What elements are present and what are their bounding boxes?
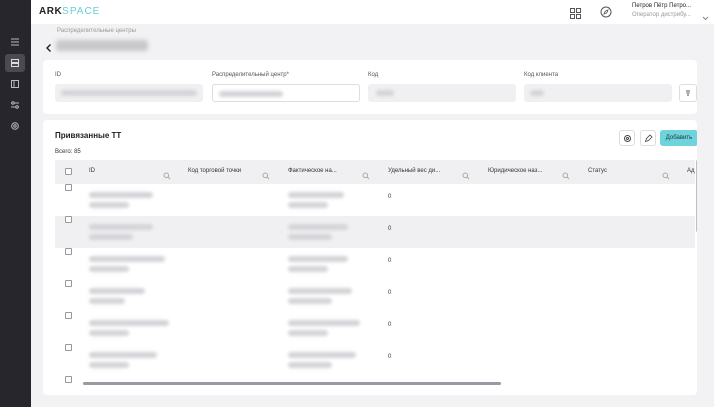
page-title-redacted: [56, 40, 148, 51]
vertical-scrollbar[interactable]: [696, 160, 697, 232]
table-settings-button[interactable]: [619, 130, 635, 146]
side-rail: [0, 0, 31, 407]
row-checkbox[interactable]: [65, 376, 72, 383]
details-card: ID Распределительный центр* Код Код клие…: [43, 60, 697, 114]
row-checkbox[interactable]: [65, 184, 72, 191]
sliders-icon[interactable]: [5, 96, 25, 114]
chevron-down-icon[interactable]: [702, 8, 709, 26]
edit-icon: [644, 133, 653, 142]
weight-value: 0: [388, 290, 392, 296]
total-count: Всего: 85: [55, 149, 81, 155]
search-icon[interactable]: [662, 167, 670, 185]
sort-button[interactable]: [679, 84, 697, 102]
col-outlet-code[interactable]: Код торговой точки: [188, 168, 241, 174]
id-field: [55, 84, 203, 102]
panel-icon[interactable]: [5, 75, 25, 93]
apps-grid-icon[interactable]: [570, 6, 581, 24]
edit-button[interactable]: [640, 130, 656, 146]
table-row[interactable]: 0: [55, 312, 695, 344]
col-id[interactable]: ID: [89, 168, 95, 174]
back-arrow-icon[interactable]: [44, 40, 54, 52]
horizontal-scrollbar[interactable]: [83, 382, 501, 385]
row-checkbox[interactable]: [65, 280, 72, 287]
client-code-label: Код клиента: [524, 72, 559, 78]
select-all-checkbox[interactable]: [65, 168, 72, 175]
sort-icon: [686, 90, 690, 96]
app-logo[interactable]: ARKSPACE: [39, 6, 100, 17]
linked-tt-card: Привязанные ТТ Всего: 85 Добавить ID Код…: [43, 120, 697, 395]
table-row[interactable]: 0: [55, 184, 695, 216]
code-label: Код: [368, 72, 379, 78]
user-role: Оператор дистрибу...: [632, 12, 691, 18]
id-label: ID: [55, 72, 61, 78]
row-checkbox[interactable]: [65, 344, 72, 351]
col-legal-name[interactable]: Юридическое наз...: [488, 168, 542, 174]
add-button[interactable]: Добавить: [660, 130, 697, 146]
logo-part-a: ARK: [39, 6, 63, 17]
row-checkbox[interactable]: [65, 216, 72, 223]
dc-label: Распределительный центр*: [212, 72, 289, 78]
table-header: ID Код торговой точки Фактическое на... …: [55, 160, 695, 184]
col-address[interactable]: Ад: [687, 168, 695, 174]
table-row[interactable]: 0: [55, 344, 695, 376]
search-icon[interactable]: [262, 167, 270, 185]
weight-value: 0: [388, 194, 392, 200]
col-status[interactable]: Статус: [588, 168, 607, 174]
weight-value: 0: [388, 354, 392, 360]
user-name[interactable]: Петров Пётр Петро...: [632, 3, 691, 9]
row-checkbox[interactable]: [65, 248, 72, 255]
table-row[interactable]: 0: [55, 216, 695, 248]
col-actual-name[interactable]: Фактическое на...: [288, 168, 337, 174]
database-icon[interactable]: [5, 54, 25, 72]
weight-value: 0: [388, 226, 392, 232]
top-bar: ARKSPACE Петров Пётр Петро... Оператор д…: [31, 0, 714, 24]
table-row[interactable]: 0: [55, 248, 695, 280]
row-checkbox[interactable]: [65, 312, 72, 319]
gear-icon: [623, 134, 631, 142]
search-icon[interactable]: [462, 167, 470, 185]
weight-value: 0: [388, 258, 392, 264]
table-row[interactable]: 0: [55, 280, 695, 312]
col-weight[interactable]: Удельный вес ди...: [388, 168, 440, 174]
settings-icon[interactable]: [5, 117, 25, 135]
client-code-field: [524, 84, 672, 102]
search-icon[interactable]: [163, 167, 171, 185]
weight-value: 0: [388, 322, 392, 328]
menu-list-icon[interactable]: [5, 33, 25, 51]
search-icon[interactable]: [362, 167, 370, 185]
logo-part-b: SPACE: [62, 6, 101, 17]
code-field: [368, 84, 516, 102]
dc-select[interactable]: [212, 84, 360, 102]
section-title: Привязанные ТТ: [55, 131, 122, 140]
search-icon[interactable]: [562, 167, 570, 185]
breadcrumb[interactable]: Распределительные центры: [57, 28, 136, 34]
compass-icon[interactable]: [600, 5, 612, 23]
